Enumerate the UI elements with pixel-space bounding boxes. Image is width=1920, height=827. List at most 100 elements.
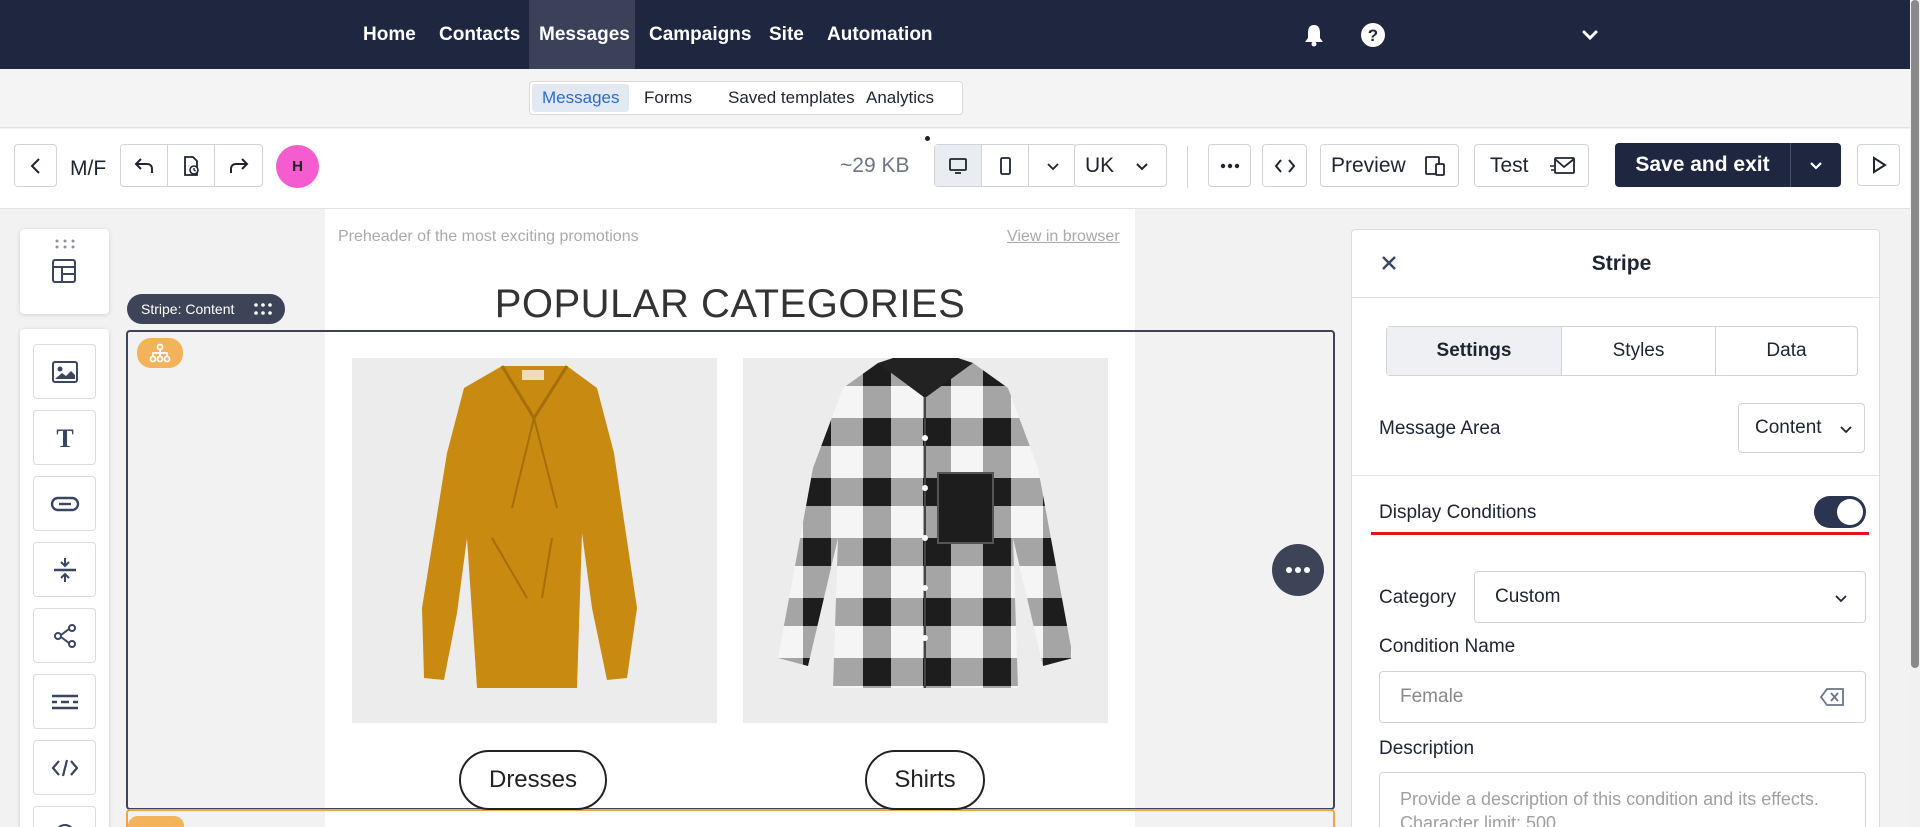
dresses-button[interactable]: Dresses	[459, 750, 607, 810]
version-history-button[interactable]	[168, 145, 215, 186]
code-icon	[1274, 158, 1295, 173]
device-preview-group	[934, 144, 1077, 187]
play-icon	[1872, 156, 1887, 174]
view-in-browser-link[interactable]: View in browser	[1007, 228, 1120, 246]
undo-button[interactable]	[121, 145, 168, 186]
preview-button[interactable]: Preview	[1320, 144, 1459, 187]
block-icon	[56, 823, 73, 827]
shirt-product-image[interactable]	[743, 358, 1108, 723]
tab-styles[interactable]: Styles	[1562, 327, 1716, 375]
shirt-illustration	[743, 358, 1108, 723]
drag-handle-dot	[925, 136, 930, 141]
message-size: ~29 KB	[840, 154, 910, 177]
language-select[interactable]: UK	[1074, 144, 1167, 187]
more-blocks-button[interactable]	[33, 806, 96, 827]
message-area-label: Message Area	[1379, 418, 1501, 439]
description-label: Description	[1379, 738, 1475, 759]
nav-contacts[interactable]: Contacts	[429, 0, 530, 69]
code-editor-button[interactable]	[1262, 144, 1307, 187]
test-label: Test	[1490, 153, 1529, 177]
tab-data[interactable]: Data	[1716, 327, 1857, 375]
clear-input-icon[interactable]	[1819, 687, 1845, 707]
chevron-down-icon	[1840, 426, 1852, 434]
structures-panel	[20, 229, 109, 314]
divider-block-button[interactable]	[33, 674, 96, 729]
history-button-group	[120, 144, 263, 187]
condition-name-label: Condition Name	[1379, 636, 1516, 657]
next-stripe-outline[interactable]	[126, 809, 1335, 827]
nav-campaigns[interactable]: Campaigns	[639, 0, 761, 69]
chevron-down-icon	[1835, 595, 1847, 603]
device-dropdown-button[interactable]	[1029, 145, 1076, 186]
nav-home[interactable]: Home	[353, 0, 426, 69]
sub-navigation: Messages Forms Saved templates Analytics	[0, 69, 1910, 128]
message-area-value: Content	[1755, 417, 1822, 438]
display-condition-badge[interactable]	[137, 338, 183, 368]
toolbar-divider	[1187, 146, 1188, 188]
social-block-button[interactable]	[33, 608, 96, 663]
document-history-icon	[184, 155, 199, 176]
stripe-label-tag[interactable]: Stripe: Content	[127, 294, 285, 324]
dress-illustration	[352, 358, 717, 723]
more-options-button[interactable]	[1208, 144, 1251, 187]
message-name[interactable]: M/F	[70, 157, 106, 181]
redo-icon	[229, 157, 248, 173]
section-title[interactable]: POPULAR CATEGORIES	[325, 282, 1135, 327]
chevron-left-icon	[30, 157, 40, 174]
tab-settings[interactable]: Settings	[1387, 327, 1562, 375]
hierarchy-icon	[149, 343, 171, 363]
scrollbar-thumb[interactable]	[1911, 0, 1919, 668]
svg-text:T: T	[56, 425, 73, 451]
text-block-button[interactable]: T	[33, 410, 96, 465]
nav-site[interactable]: Site	[759, 0, 814, 69]
divider-icon	[51, 694, 78, 709]
preheader-text[interactable]: Preheader of the most exciting promotion…	[338, 228, 639, 246]
user-avatar[interactable]: H	[276, 145, 319, 188]
description-textarea[interactable]: Provide a description of this condition …	[1379, 772, 1866, 827]
selected-stripe-outline[interactable]	[126, 330, 1335, 810]
send-button[interactable]	[1857, 144, 1900, 186]
structure-layout-icon[interactable]	[50, 257, 78, 285]
message-area-select[interactable]: Content	[1738, 403, 1865, 453]
stripe-actions-button[interactable]	[1272, 544, 1324, 596]
condition-name-input[interactable]: Female	[1379, 671, 1866, 723]
image-icon	[51, 360, 78, 383]
subnav-forms[interactable]: Forms	[634, 84, 702, 112]
panel-divider	[1352, 297, 1879, 298]
shirts-button[interactable]: Shirts	[865, 750, 985, 810]
button-icon	[50, 496, 79, 511]
subnav-analytics[interactable]: Analytics	[856, 84, 944, 112]
back-button[interactable]	[14, 144, 57, 187]
stripe-label: Stripe: Content	[141, 301, 235, 317]
dress-product-image[interactable]	[352, 358, 717, 723]
undo-icon	[134, 157, 153, 173]
display-conditions-toggle[interactable]	[1814, 496, 1866, 528]
desktop-view-button[interactable]	[935, 145, 982, 186]
html-block-button[interactable]	[33, 740, 96, 795]
blocks-panel: T	[20, 329, 109, 827]
nav-automation[interactable]: Automation	[817, 0, 943, 69]
chevron-down-icon[interactable]	[1575, 20, 1605, 50]
subnav-messages[interactable]: Messages	[532, 84, 630, 112]
mobile-view-button[interactable]	[982, 145, 1029, 186]
subnav-saved-templates[interactable]: Saved templates	[718, 84, 865, 112]
top-navigation: Home Contacts Messages Campaigns Site Au…	[0, 0, 1910, 69]
drag-grid-icon[interactable]	[253, 301, 273, 317]
nav-messages[interactable]: Messages	[529, 0, 635, 69]
drag-dots-icon[interactable]	[54, 239, 76, 249]
spacer-block-button[interactable]	[33, 542, 96, 597]
ellipsis-icon	[1220, 163, 1239, 168]
category-select[interactable]: Custom	[1474, 571, 1866, 623]
bell-icon[interactable]	[1299, 20, 1329, 50]
next-stripe-badge[interactable]	[128, 816, 184, 827]
chevron-down-icon	[1136, 163, 1148, 171]
button-block-button[interactable]	[33, 476, 96, 531]
share-icon	[53, 623, 76, 648]
redo-button[interactable]	[215, 145, 262, 186]
save-and-exit-button[interactable]: Save and exit	[1615, 143, 1791, 187]
image-block-button[interactable]	[33, 344, 96, 399]
help-icon[interactable]: ?	[1358, 20, 1388, 50]
panel-title: Stripe	[1591, 252, 1652, 275]
save-options-button[interactable]	[1791, 143, 1841, 187]
test-send-button[interactable]: Test	[1474, 144, 1589, 187]
